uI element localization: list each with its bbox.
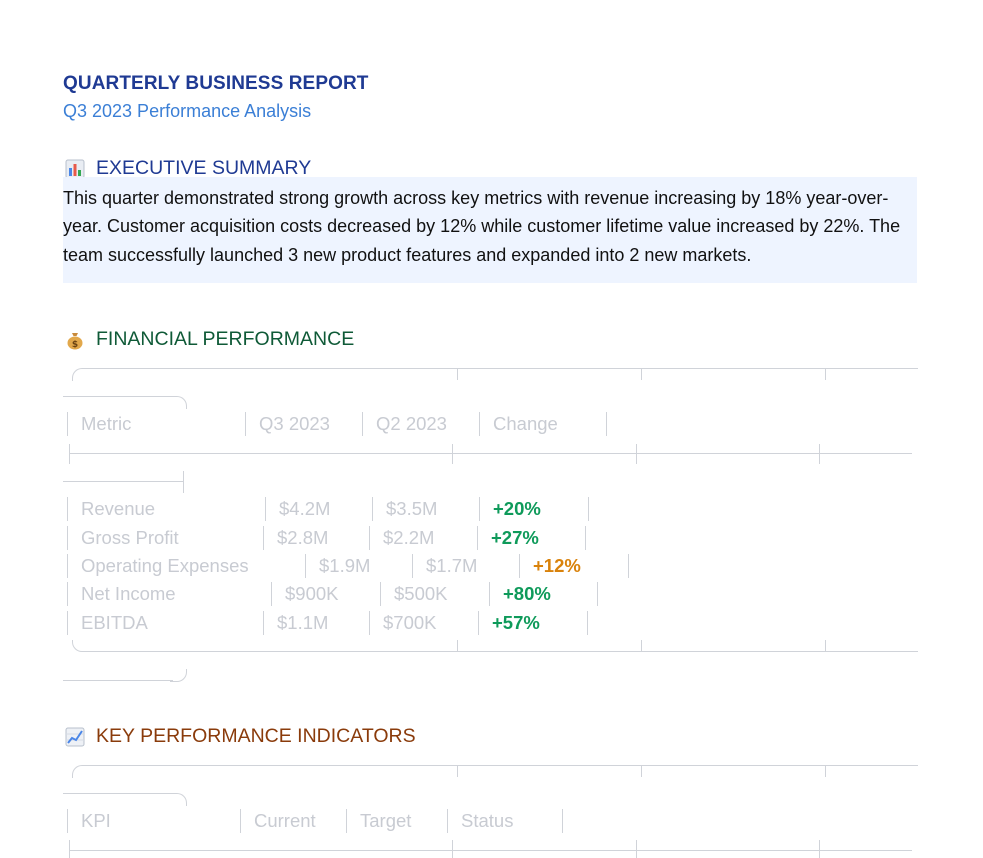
money-bag-icon: $ (65, 330, 85, 350)
row-metric: Net Income (81, 583, 176, 604)
row-q3: $900K (285, 583, 339, 604)
row-metric: EBITDA (81, 612, 148, 633)
header-metric: Metric (81, 413, 132, 434)
row-q3: $1.1M (277, 612, 329, 633)
row-metric: Gross Profit (81, 527, 179, 548)
trend-chart-icon (65, 727, 85, 747)
header-current: Current (254, 810, 316, 831)
row-q3: $2.8M (277, 527, 329, 548)
row-q2: $500K (394, 583, 448, 604)
header-q2: Q2 2023 (376, 413, 447, 434)
financial-performance-heading: $ FINANCIAL PERFORMANCE (65, 328, 354, 351)
header-target: Target (360, 810, 412, 831)
report-title: QUARTERLY BUSINESS REPORT (63, 73, 369, 94)
bar-chart-icon (65, 159, 85, 179)
row-change: +80% (503, 583, 551, 604)
header-change: Change (493, 413, 558, 434)
row-q3: $1.9M (319, 555, 371, 576)
header-q3: Q3 2023 (259, 413, 330, 434)
row-q2: $2.2M (383, 527, 435, 548)
section-heading-text: FINANCIAL PERFORMANCE (96, 328, 355, 350)
row-metric: Operating Expenses (81, 555, 249, 576)
svg-text:$: $ (72, 340, 78, 350)
row-q2: $3.5M (386, 498, 438, 519)
row-change: +27% (491, 527, 539, 548)
section-heading-text: KEY PERFORMANCE INDICATORS (96, 725, 416, 747)
row-metric: Revenue (81, 498, 156, 519)
row-q2: $1.7M (426, 555, 478, 576)
report-page: QUARTERLY BUSINESS REPORT Q3 2023 Perfor… (0, 0, 983, 858)
header-status: Status (461, 810, 514, 831)
kpi-heading: KEY PERFORMANCE INDICATORS (65, 725, 416, 748)
row-change: +12% (533, 555, 581, 576)
header-kpi: KPI (81, 810, 111, 831)
row-q3: $4.2M (279, 498, 331, 519)
row-change: +57% (492, 612, 540, 633)
row-change: +20% (493, 498, 541, 519)
report-subtitle: Q3 2023 Performance Analysis (63, 101, 312, 121)
summary-text: This quarter demonstrated strong growth … (63, 188, 901, 265)
row-q2: $700K (383, 612, 437, 633)
